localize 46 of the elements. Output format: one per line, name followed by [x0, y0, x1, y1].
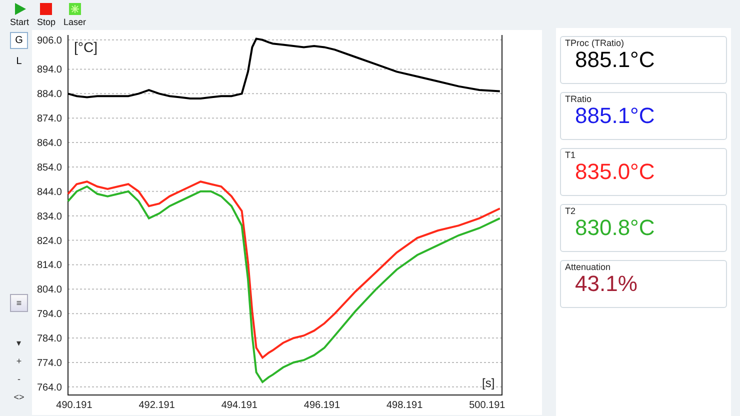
readout-value: 885.1°C: [575, 104, 656, 128]
readout-value: 885.1°C: [575, 48, 656, 72]
y-tick-label: 764.0: [36, 382, 62, 394]
y-tick-label: 834.0: [36, 211, 62, 222]
zoom-control-button[interactable]: +: [10, 354, 28, 368]
y-tick-label: 804.0: [36, 284, 62, 296]
x-tick-label: 500.191: [469, 400, 506, 411]
readout-label: TProc (TRatio): [565, 38, 626, 48]
view-toggle-button[interactable]: G: [10, 32, 28, 49]
readout-label: T1: [565, 150, 577, 160]
y-tick-label: 784.0: [36, 334, 62, 345]
y-tick-label: 854.0: [36, 162, 62, 174]
laser-icon: [68, 2, 82, 16]
y-tick-label: 774.0: [36, 358, 62, 369]
view-toggle-button[interactable]: L: [10, 53, 28, 70]
y-tick-label: 824.0: [36, 236, 62, 247]
zoom-control-button[interactable]: ▾: [10, 336, 28, 350]
y-tick-label: 864.0: [36, 138, 62, 150]
y-tick-label: 844.0: [36, 186, 62, 198]
y-unit-label: [°C]: [74, 39, 98, 55]
y-tick-label: 794.0: [36, 309, 62, 320]
readout-value: 43.1%: [575, 272, 638, 296]
y-tick-label: 814.0: [36, 260, 62, 272]
zoom-control-button[interactable]: ≡: [10, 294, 28, 312]
readout-value: 835.0°C: [575, 160, 656, 184]
play-icon: [12, 2, 26, 16]
readout-label: TRatio: [565, 94, 593, 104]
x-unit-label: [s]: [482, 376, 495, 390]
zoom-control-button[interactable]: -: [10, 372, 28, 386]
readout-label: Attenuation: [565, 262, 612, 272]
toolbar-button[interactable]: Stop: [35, 2, 58, 28]
readout-label: T2: [565, 206, 577, 216]
stop-icon: [39, 2, 54, 16]
y-tick-label: 874.0: [36, 114, 62, 125]
readout-value: 830.8°C: [575, 216, 656, 240]
y-tick-label: 906.0: [36, 35, 62, 46]
toolbar-button[interactable]: Laser: [62, 2, 88, 28]
x-tick-label: 490.191: [56, 400, 92, 411]
x-tick-label: 498.191: [386, 400, 423, 411]
toolbar-button[interactable]: Start: [8, 2, 32, 28]
x-tick-label: 494.191: [221, 400, 258, 411]
y-tick-label: 894.0: [36, 64, 62, 76]
x-tick-label: 492.191: [138, 400, 175, 411]
x-tick-label: 496.191: [304, 400, 340, 411]
zoom-control-button[interactable]: <>: [10, 390, 28, 404]
y-tick-label: 884.0: [36, 89, 62, 100]
